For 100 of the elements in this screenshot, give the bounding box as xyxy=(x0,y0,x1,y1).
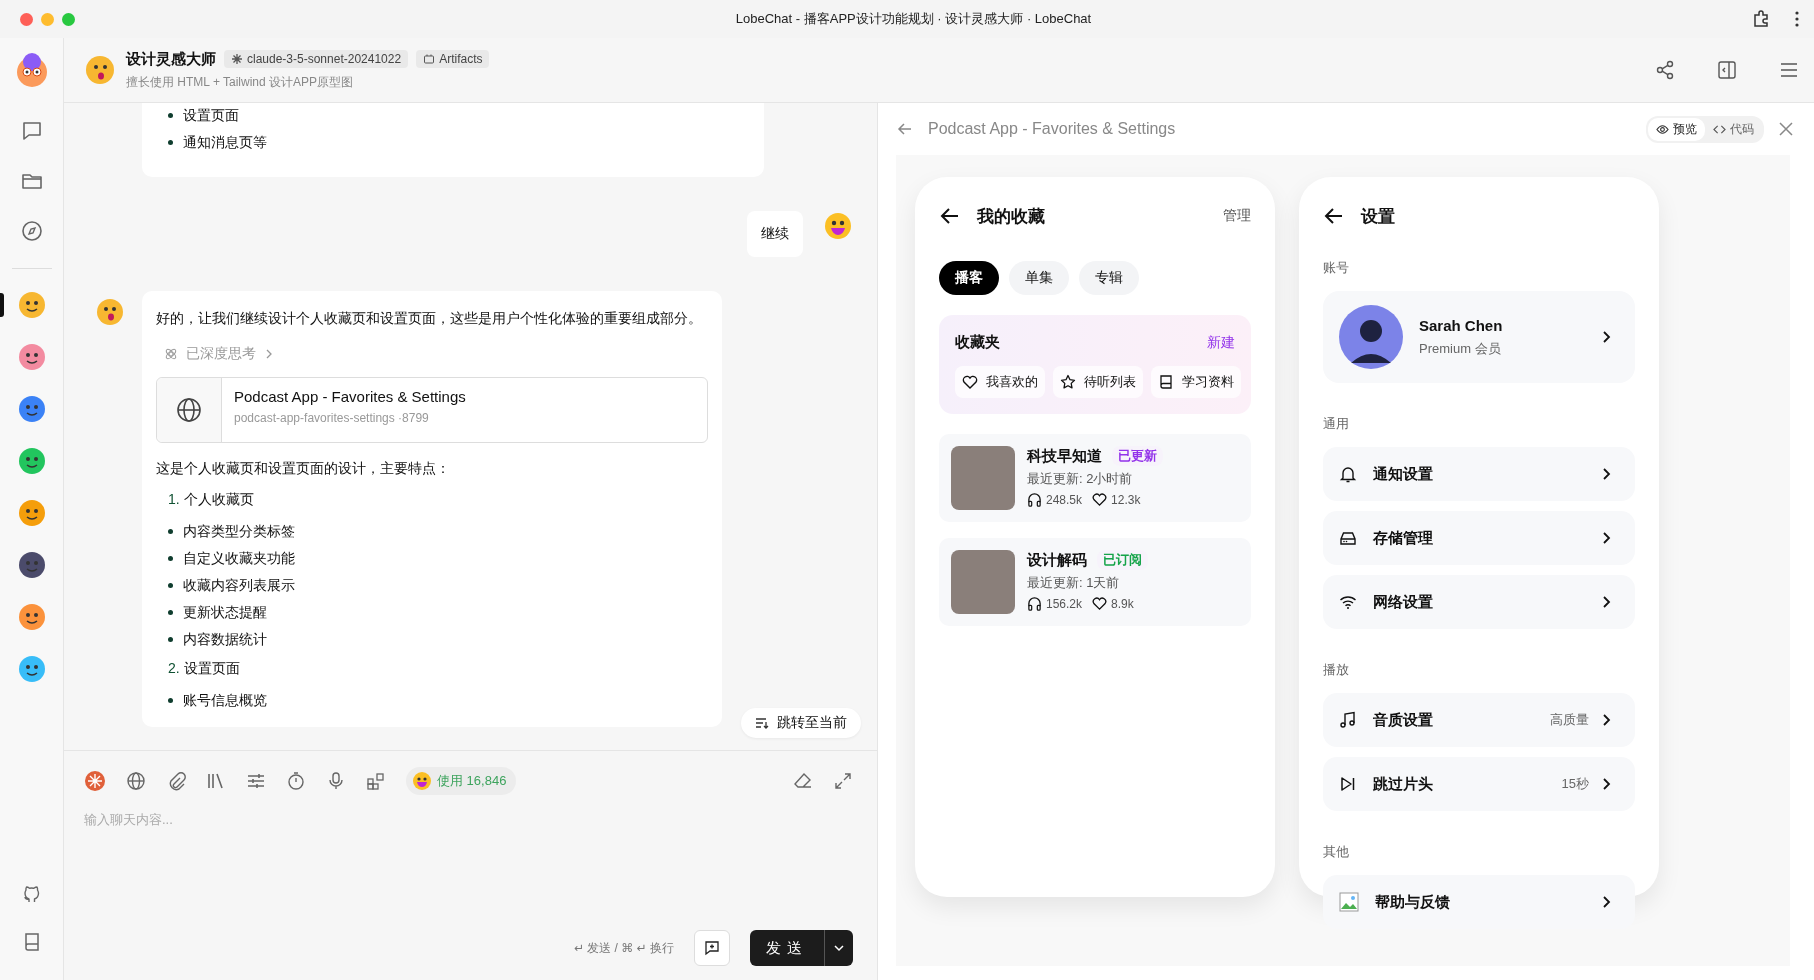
category-tab[interactable]: 播客 xyxy=(939,261,999,295)
settings-label: 音质设置 xyxy=(1373,710,1433,730)
jump-to-latest-button[interactable]: 跳转至当前 xyxy=(741,708,861,738)
eye-icon xyxy=(1656,122,1669,136)
send-button[interactable]: 发送 xyxy=(750,930,825,966)
smiley-icon xyxy=(412,771,432,791)
globe-icon xyxy=(176,397,202,423)
section-label: 通用 xyxy=(1323,415,1350,433)
like-count: 8.9k xyxy=(1111,596,1134,611)
timer-icon[interactable] xyxy=(286,771,306,791)
like-count: 12.3k xyxy=(1111,492,1141,507)
eraser-icon[interactable] xyxy=(793,771,813,791)
agent-avatar xyxy=(84,54,116,86)
plugins-icon[interactable] xyxy=(366,771,386,791)
heart-icon xyxy=(1092,492,1108,507)
chevron-right-icon xyxy=(264,349,274,359)
chat-icon[interactable] xyxy=(20,120,43,142)
section-label: 其他 xyxy=(1323,843,1350,861)
screen-title: 设置 xyxy=(1361,205,1395,228)
heart-icon xyxy=(962,374,978,390)
podcast-card[interactable]: 设计解码 已订阅 最近更新: 1天前 156.2k 8.9k xyxy=(939,538,1251,626)
view-tab[interactable]: 预览 xyxy=(1648,117,1705,141)
settings-label: 跳过片头 xyxy=(1373,774,1433,794)
account-card[interactable]: Sarah Chen Premium 会员 xyxy=(1323,291,1635,383)
caret-icon xyxy=(833,942,845,954)
settings-label: 帮助与反馈 xyxy=(1375,892,1450,912)
wifi-icon xyxy=(1339,593,1357,611)
podcast-card[interactable]: 科技早知道 已更新 最近更新: 2小时前 248.5k 12.3k xyxy=(939,434,1251,522)
settings-label: 存储管理 xyxy=(1373,528,1433,548)
atom-icon xyxy=(164,347,178,361)
category-tab[interactable]: 单集 xyxy=(1009,261,1069,295)
skip-forward-icon xyxy=(1339,775,1357,793)
add-message-icon xyxy=(704,940,720,956)
chat-input-field[interactable]: 输入聊天内容... xyxy=(84,809,853,829)
profile-avatar xyxy=(1339,305,1403,369)
new-topic-button[interactable] xyxy=(694,930,730,966)
model-tag[interactable]: claude-3-5-sonnet-20241022 xyxy=(224,50,409,68)
settings-label: 通知设置 xyxy=(1373,464,1433,484)
agent-avatar xyxy=(94,297,126,327)
folder-chip[interactable]: 我喜欢的 xyxy=(955,366,1045,398)
section-label: 账号 xyxy=(1323,259,1350,277)
library-icon[interactable] xyxy=(206,771,226,791)
folder-chip[interactable]: 学习资料 xyxy=(1151,366,1241,398)
list-item: 收藏内容列表展示 xyxy=(183,576,295,595)
user-message: 继续 xyxy=(747,211,803,257)
heart-icon xyxy=(1092,596,1108,611)
list-item: 1. 个人收藏页 xyxy=(168,491,255,509)
settings-value: 高质量 xyxy=(1550,711,1589,729)
more-icon[interactable] xyxy=(1794,10,1800,28)
list-item: 2. 设置页面 xyxy=(168,660,241,678)
globe-icon[interactable] xyxy=(126,771,146,791)
sliders-icon[interactable] xyxy=(246,771,266,791)
listen-count: 248.5k xyxy=(1046,492,1083,507)
close-window-button[interactable] xyxy=(20,12,33,26)
podcast-title: 科技早知道 xyxy=(1027,446,1102,466)
panel-toggle-icon[interactable] xyxy=(1716,59,1738,81)
new-folder-link[interactable]: 新建 xyxy=(1207,333,1235,352)
headphones-icon xyxy=(1027,492,1042,507)
user-avatar xyxy=(823,211,853,241)
settings-row[interactable]: 音质设置 高质量 xyxy=(1323,693,1635,747)
artifact-panel-title: Podcast App - Favorites & Settings xyxy=(928,120,1176,138)
headphones-icon xyxy=(1027,596,1042,611)
close-icon[interactable] xyxy=(1778,121,1794,137)
podcast-title: 设计解码 xyxy=(1027,550,1087,570)
folder-chip[interactable]: 待听列表 xyxy=(1053,366,1143,398)
settings-value: 15秒 xyxy=(1561,775,1589,793)
artifact-meta: podcast-app-favorites-settings ·8799 xyxy=(234,411,430,425)
send-options-button[interactable] xyxy=(825,930,853,966)
share-icon[interactable] xyxy=(1654,59,1676,81)
expand-icon[interactable] xyxy=(833,771,853,791)
model-icon[interactable] xyxy=(84,770,106,792)
settings-row[interactable]: 通知设置 xyxy=(1323,447,1635,501)
settings-row[interactable]: 网络设置 xyxy=(1323,575,1635,629)
compass-icon[interactable] xyxy=(20,220,43,242)
artifacts-tag[interactable]: Artifacts xyxy=(416,50,490,68)
book-icon xyxy=(1158,374,1174,390)
update-time: 最近更新: 2小时前 xyxy=(1027,470,1134,488)
settings-row[interactable]: 跳过片头 15秒 xyxy=(1323,757,1635,811)
extension-icon[interactable] xyxy=(1752,10,1770,28)
microphone-icon[interactable] xyxy=(326,771,346,791)
cover-photo-placeholder xyxy=(951,446,1015,510)
star-icon xyxy=(1060,374,1076,390)
cover-photo-placeholder xyxy=(951,550,1015,614)
jump-icon xyxy=(755,716,769,730)
agent-description: 擅长使用 HTML + Tailwind 设计APP原型图 xyxy=(126,73,355,91)
message-text: 好的，让我们继续设计个人收藏页和设置页面，这些是用户个性化体验的重要组成部分。 xyxy=(156,309,703,328)
settings-row[interactable]: 存储管理 xyxy=(1323,511,1635,565)
list-item: 通知消息页等 xyxy=(183,133,267,152)
hard-drive-icon xyxy=(1339,529,1357,547)
bell-icon xyxy=(1339,465,1357,483)
manage-link[interactable]: 管理 xyxy=(1223,207,1251,225)
sparkle-icon xyxy=(231,53,243,65)
update-time: 最近更新: 1天前 xyxy=(1027,574,1121,592)
category-tab[interactable]: 专辑 xyxy=(1079,261,1139,295)
view-tab[interactable]: 代码 xyxy=(1705,117,1762,141)
list-item: 内容数据统计 xyxy=(183,630,267,649)
membership-level: Premium 会员 xyxy=(1419,339,1502,358)
github-icon[interactable] xyxy=(21,884,42,904)
artifact-card[interactable]: Podcast App - Favorites & Settings podcast-app-favorites-settings ·8799 xyxy=(156,377,708,443)
list-item: 账号信息概览 xyxy=(183,691,267,710)
